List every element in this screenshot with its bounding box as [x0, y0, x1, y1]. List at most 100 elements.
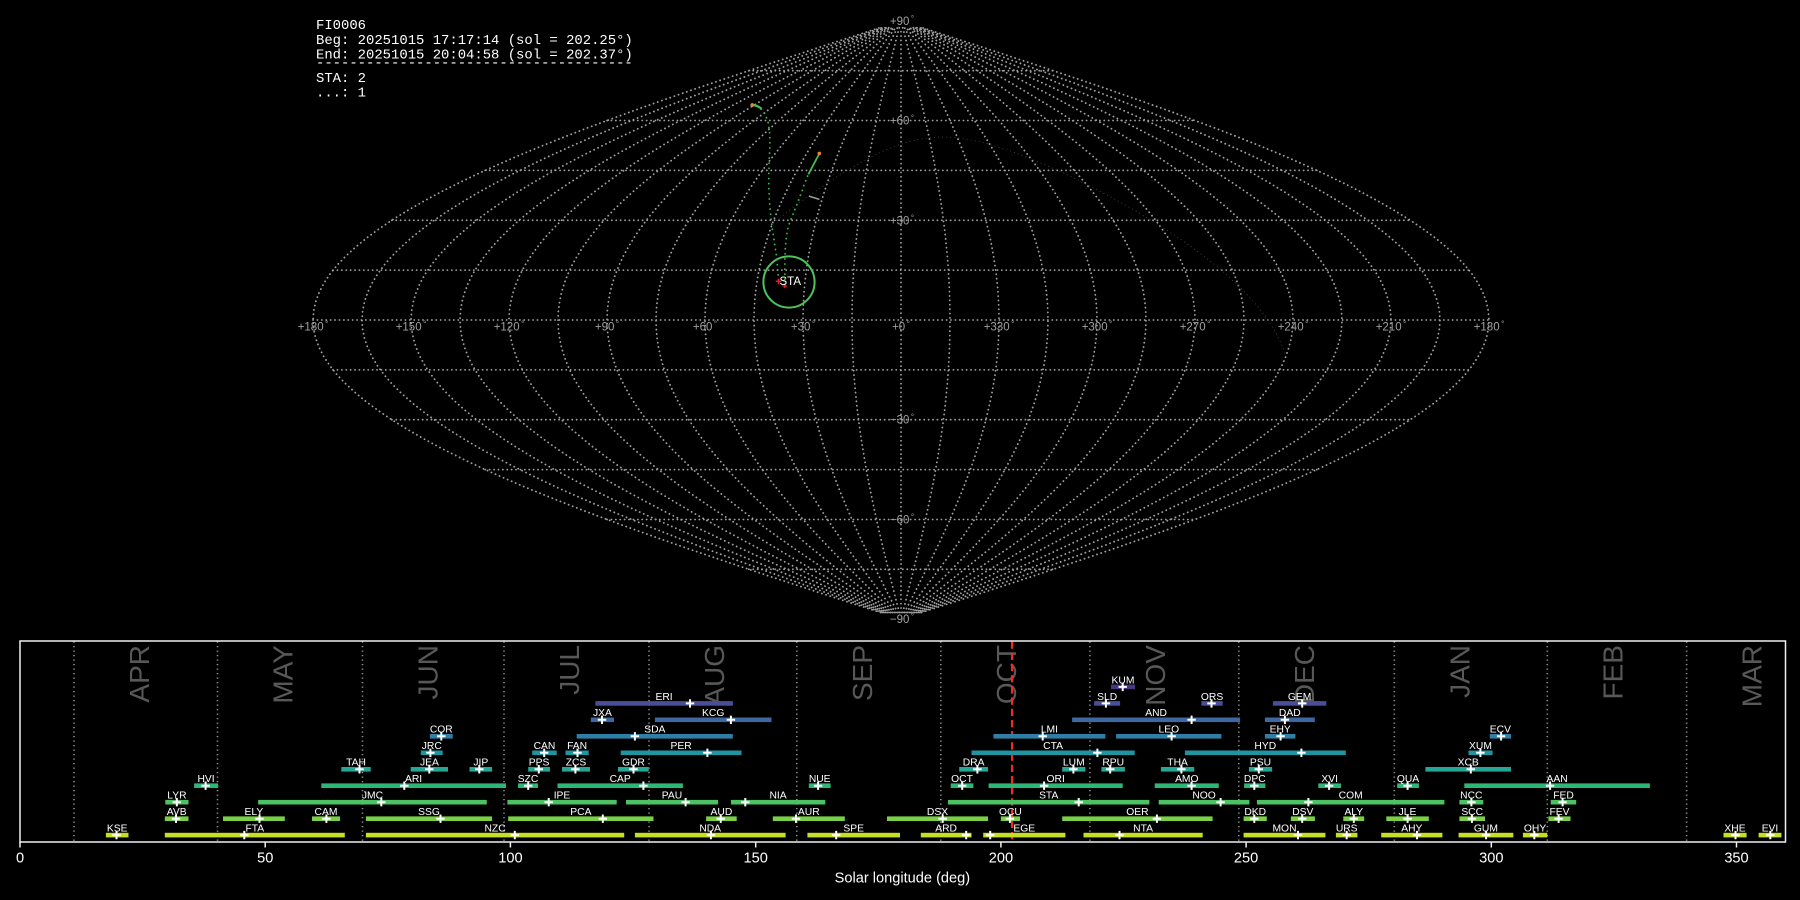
svg-text:STA: STA [1039, 791, 1058, 802]
svg-text:QUA: QUA [1397, 774, 1419, 785]
svg-text:AHY: AHY [1401, 824, 1422, 835]
svg-text:250: 250 [1234, 851, 1258, 867]
svg-text:SPE: SPE [843, 824, 864, 835]
svg-text:ECV: ECV [1490, 725, 1511, 736]
svg-text:SSG: SSG [418, 807, 440, 818]
svg-text:OCT: OCT [991, 645, 1022, 704]
svg-text:ARD: ARD [935, 824, 957, 835]
svg-text:APR: APR [124, 645, 155, 703]
svg-text:DPC: DPC [1244, 774, 1266, 785]
svg-text:PPS: PPS [529, 758, 550, 769]
svg-text:FEV: FEV [1549, 807, 1569, 818]
svg-text:SLD: SLD [1097, 692, 1117, 703]
svg-text:ARI: ARI [405, 774, 422, 785]
svg-text:OHY: OHY [1524, 824, 1546, 835]
svg-text:GDR: GDR [622, 758, 645, 769]
svg-text:XHE: XHE [1724, 824, 1745, 835]
svg-text:DSX: DSX [927, 807, 948, 818]
svg-text:JLE: JLE [1399, 807, 1417, 818]
svg-text:FED: FED [1553, 791, 1574, 802]
svg-text:AMO: AMO [1175, 774, 1198, 785]
svg-text:ALY: ALY [1344, 807, 1363, 818]
svg-text:GUM: GUM [1474, 824, 1498, 835]
svg-text:SDA: SDA [644, 725, 665, 736]
svg-text:350: 350 [1724, 851, 1748, 867]
svg-text:XVI: XVI [1321, 774, 1338, 785]
svg-text:URS: URS [1336, 824, 1358, 835]
svg-text:COM: COM [1339, 791, 1363, 802]
svg-text:AVB: AVB [167, 807, 187, 818]
svg-text:THA: THA [1167, 758, 1188, 769]
svg-text:EGE: EGE [1013, 824, 1035, 835]
svg-text:JUL: JUL [554, 645, 585, 695]
svg-text:OCU: OCU [999, 807, 1022, 818]
svg-text:Beg: 20251015 17:17:14 (sol =: Beg: 20251015 17:17:14 (sol = 202.25°) [316, 33, 633, 49]
svg-text:ERI: ERI [656, 692, 673, 703]
svg-text:AND: AND [1145, 708, 1167, 719]
svg-text:PCA: PCA [570, 807, 591, 818]
svg-text:PSU: PSU [1250, 758, 1271, 769]
svg-text:COR: COR [430, 725, 453, 736]
svg-text:FEB: FEB [1597, 645, 1628, 699]
svg-text:STA: 2: STA: 2 [316, 71, 366, 87]
svg-text:EHY: EHY [1270, 725, 1291, 736]
svg-text:JIP: JIP [473, 758, 488, 769]
svg-text:150: 150 [744, 851, 768, 867]
svg-text:OER: OER [1126, 807, 1148, 818]
svg-text:LYR: LYR [167, 791, 186, 802]
svg-text:MON: MON [1272, 824, 1296, 835]
svg-text:JUN: JUN [413, 645, 444, 699]
svg-text:ZCS: ZCS [566, 758, 587, 769]
svg-text:CAP: CAP [610, 774, 631, 785]
svg-text:LUM: LUM [1063, 758, 1085, 769]
svg-text:MAY: MAY [268, 645, 299, 704]
svg-text:NOV: NOV [1140, 645, 1171, 706]
svg-text:MAR: MAR [1737, 645, 1768, 707]
svg-text:NDA: NDA [699, 824, 721, 835]
svg-text:RPU: RPU [1102, 758, 1124, 769]
svg-text:JEA: JEA [420, 758, 439, 769]
svg-text:AUG: AUG [699, 645, 730, 706]
svg-text:LMI: LMI [1041, 725, 1058, 736]
svg-text:KSE: KSE [107, 824, 128, 835]
svg-text:0: 0 [16, 851, 24, 867]
svg-text:FTA: FTA [245, 824, 264, 835]
svg-text:JXA: JXA [593, 708, 612, 719]
svg-text:DAD: DAD [1279, 708, 1301, 719]
svg-text:LEO: LEO [1158, 725, 1179, 736]
svg-text:ELY: ELY [245, 807, 264, 818]
svg-text:CAN: CAN [534, 741, 556, 752]
svg-text:CAM: CAM [315, 807, 338, 818]
svg-text:TAH: TAH [346, 758, 366, 769]
svg-text:NUE: NUE [809, 774, 831, 785]
svg-text:GEM: GEM [1288, 692, 1311, 703]
svg-text:HYD: HYD [1254, 741, 1276, 752]
svg-text:NTA: NTA [1133, 824, 1153, 835]
svg-text:JMC: JMC [362, 791, 384, 802]
svg-text:...: 1: ...: 1 [316, 85, 366, 101]
svg-text:Solar longitude (deg): Solar longitude (deg) [835, 871, 970, 887]
svg-text:XUM: XUM [1469, 741, 1492, 752]
svg-text:DRA: DRA [963, 758, 985, 769]
svg-text:XCB: XCB [1458, 758, 1479, 769]
svg-text:KUM: KUM [1112, 675, 1135, 686]
svg-text:SZC: SZC [518, 774, 539, 785]
svg-text:KCG: KCG [702, 708, 724, 719]
svg-text:ORS: ORS [1201, 692, 1223, 703]
svg-text:NIA: NIA [770, 791, 787, 802]
svg-text:NCC: NCC [1460, 791, 1483, 802]
svg-text:JRC: JRC [422, 741, 443, 752]
svg-text:IPE: IPE [554, 791, 571, 802]
svg-text:AAN: AAN [1547, 774, 1568, 785]
svg-text:ORI: ORI [1047, 774, 1065, 785]
svg-text:AUD: AUD [711, 807, 733, 818]
svg-text:FI0006: FI0006 [316, 18, 366, 34]
svg-text:DKD: DKD [1244, 807, 1266, 818]
svg-text:PAU: PAU [662, 791, 682, 802]
svg-text:OCT: OCT [951, 774, 973, 785]
svg-text:STA: STA [780, 276, 802, 288]
svg-text:NOO: NOO [1192, 791, 1215, 802]
svg-text:SEP: SEP [847, 645, 878, 701]
svg-text:------------------------------: -------------------------------------- [316, 56, 633, 72]
svg-text:SCC: SCC [1461, 807, 1483, 818]
